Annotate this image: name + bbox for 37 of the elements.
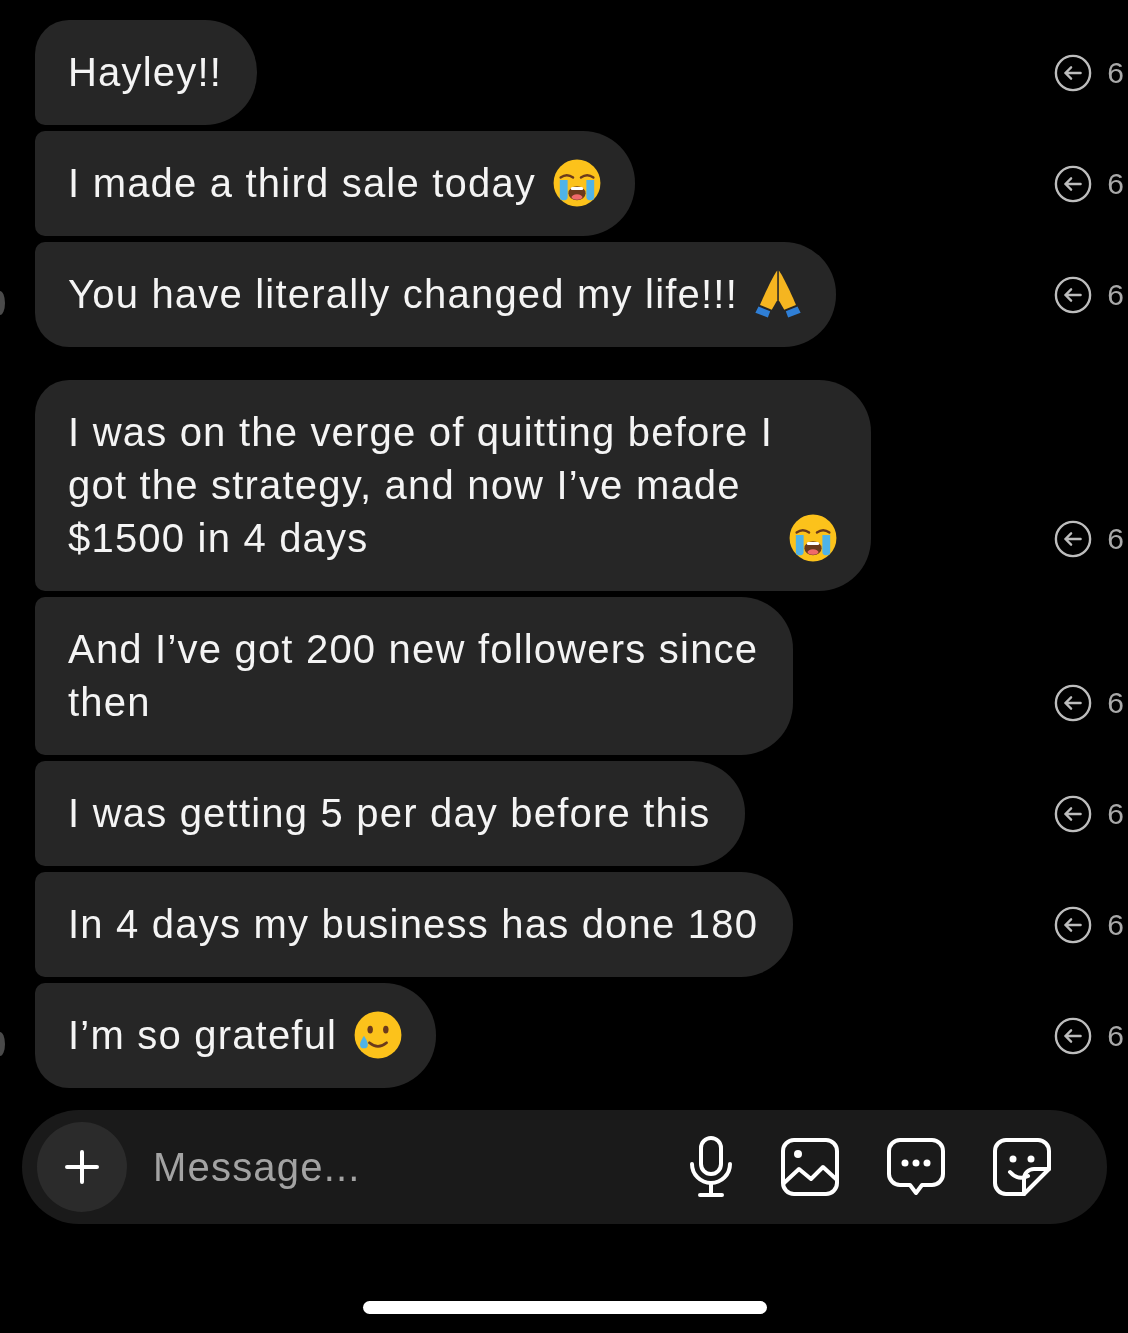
crying-face-icon: [552, 158, 602, 208]
left-arrow-circle-icon[interactable]: [1054, 1016, 1093, 1055]
left-arrow-circle-icon[interactable]: [1054, 275, 1093, 314]
sticker-icon[interactable]: [992, 1137, 1052, 1197]
timestamp: 6: [1107, 685, 1124, 720]
speech-bubble-dots-icon[interactable]: [886, 1137, 946, 1197]
message-text: I’m so grateful: [68, 1012, 339, 1059]
image-icon[interactable]: [780, 1137, 840, 1197]
left-arrow-circle-icon[interactable]: [1054, 905, 1093, 944]
left-arrow-circle-icon[interactable]: [1054, 53, 1093, 92]
left-arrow-circle-icon[interactable]: [1054, 683, 1093, 722]
timestamp: 6: [1107, 55, 1124, 90]
left-arrow-circle-icon[interactable]: [1054, 164, 1093, 203]
praying-hands-icon: [753, 269, 803, 319]
crying-face-icon: [788, 513, 838, 563]
left-arrow-circle-icon[interactable]: [1054, 519, 1093, 558]
timestamp: 6: [1107, 1018, 1124, 1053]
message-text: I made a third sale today: [68, 160, 538, 207]
timestamp: 6: [1107, 796, 1124, 831]
timestamp: 6: [1107, 277, 1124, 312]
timestamp: 6: [1107, 907, 1124, 942]
plus-icon: [64, 1149, 100, 1185]
avatar-icon: [0, 290, 5, 315]
left-arrow-circle-icon[interactable]: [1054, 794, 1093, 833]
avatar-icon: [0, 1031, 5, 1056]
timestamp: 6: [1107, 521, 1124, 556]
message-text: You have literally changed my life!!!: [68, 271, 739, 318]
add-button[interactable]: [37, 1122, 127, 1212]
message-field[interactable]: Message...: [153, 1141, 640, 1193]
message-text: And I’ve got 200 new followers since then: [68, 626, 760, 726]
message-text: In 4 days my business has done 180: [68, 901, 760, 948]
message-text: Hayley!!: [68, 49, 224, 96]
microphone-icon[interactable]: [688, 1136, 734, 1198]
message-text: I was on the verge of quitting before I got the strategy, and now I’ve made $1500 in 4 days: [68, 409, 774, 562]
message-text: I was getting 5 per day before this: [68, 790, 712, 837]
timestamp: 6: [1107, 166, 1124, 201]
tearful-smile-icon: [353, 1010, 403, 1060]
